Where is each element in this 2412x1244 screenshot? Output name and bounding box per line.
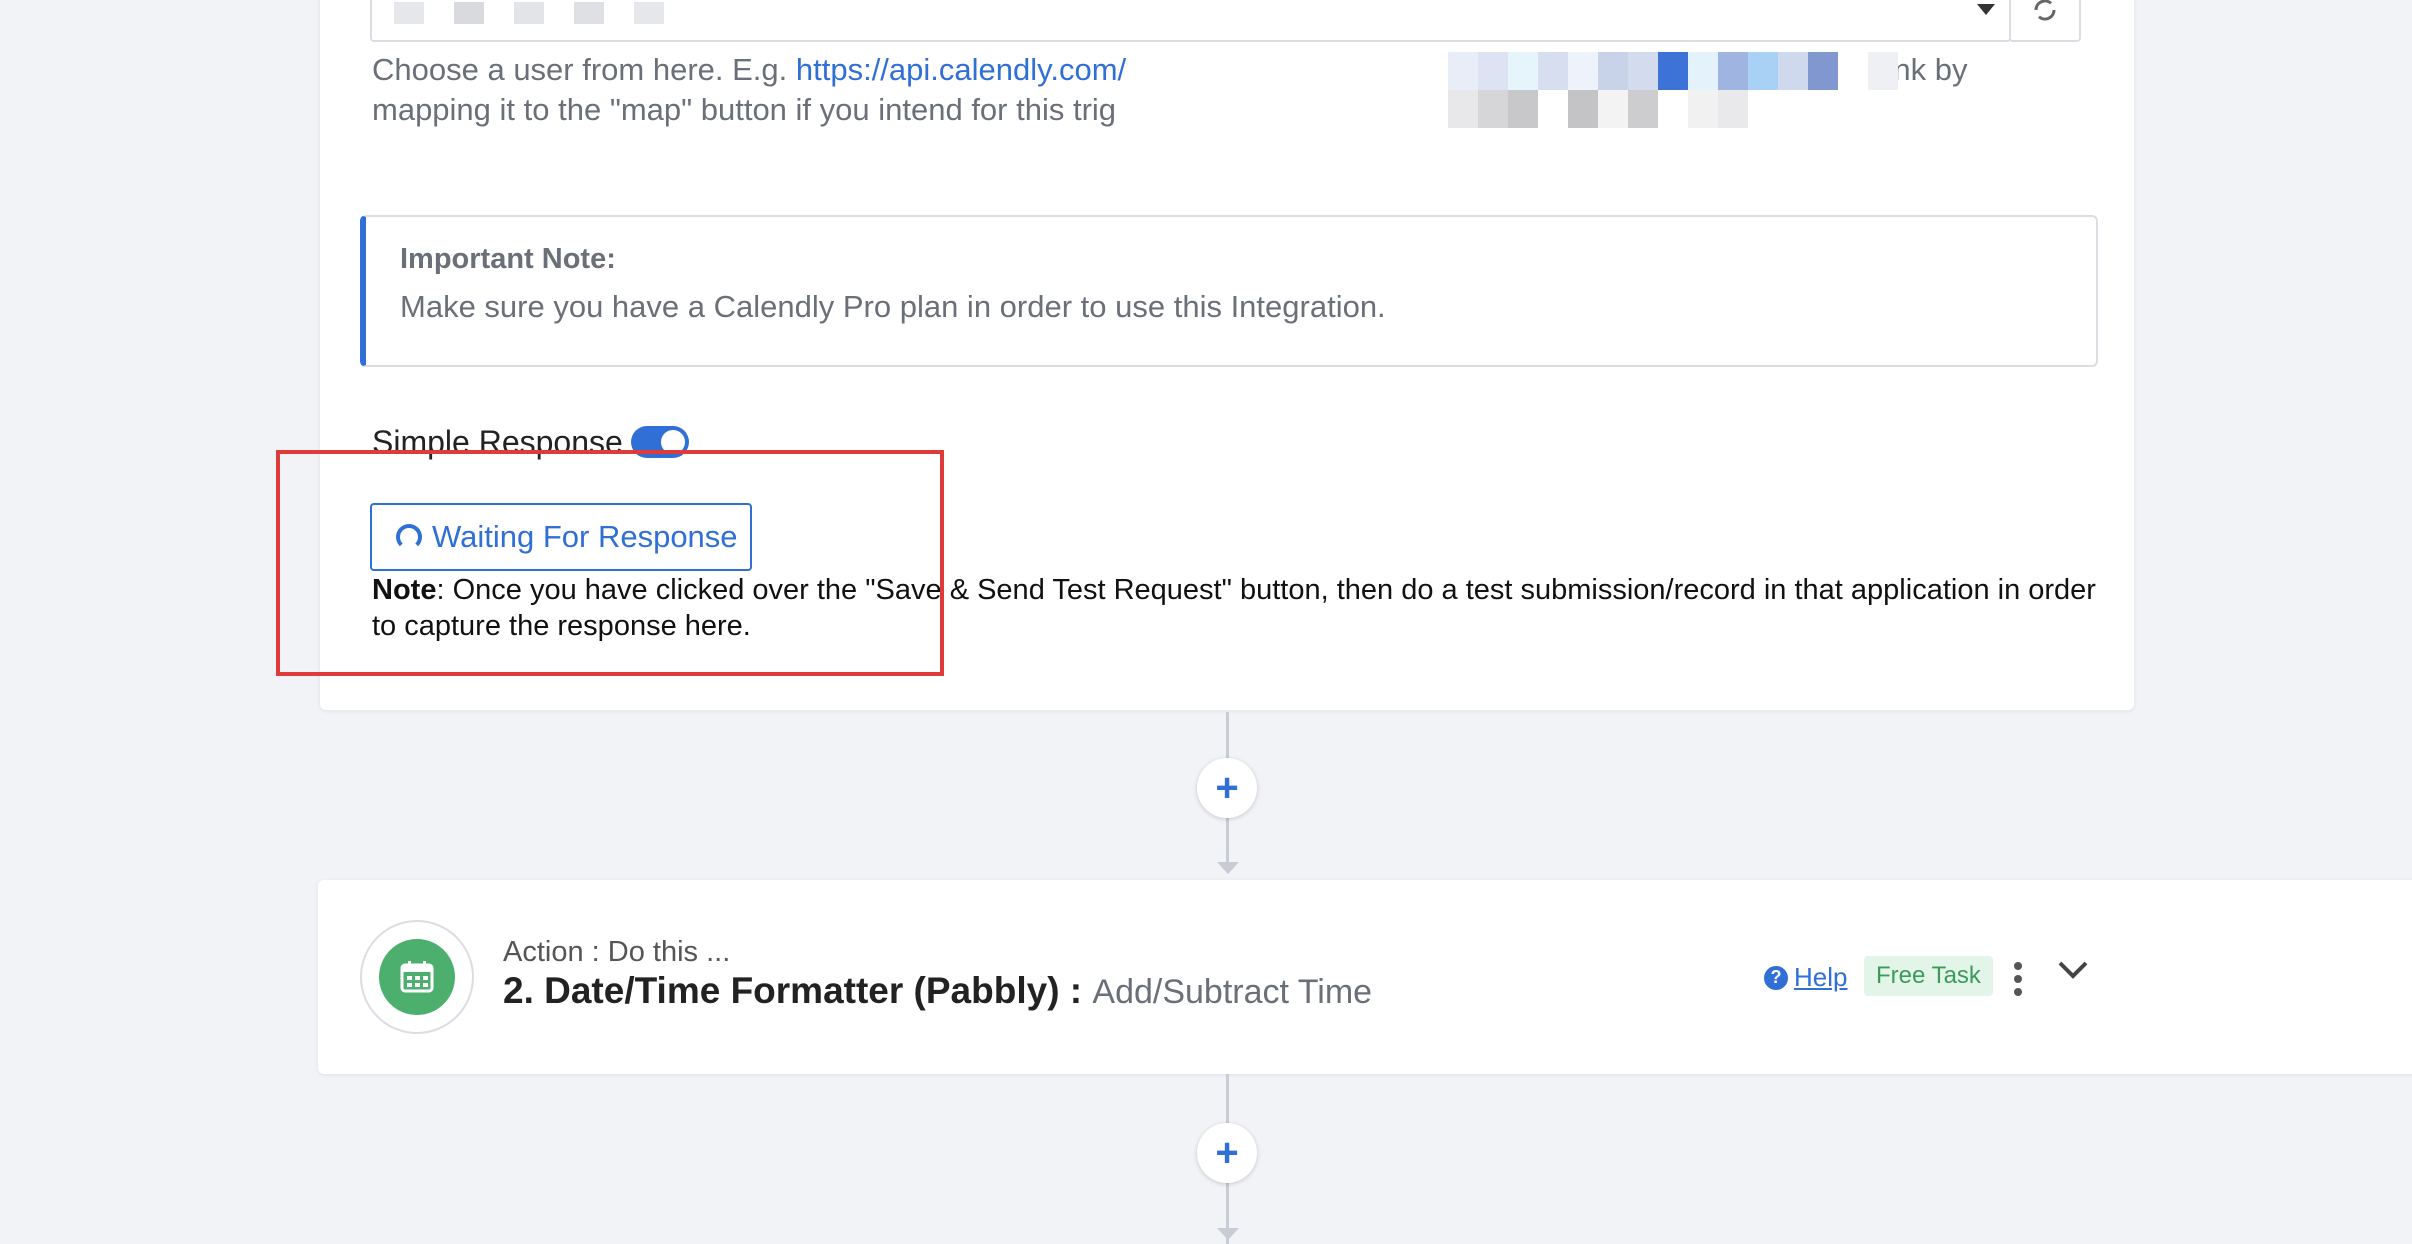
important-note: Important Note: Make sure you have a Cal… bbox=[360, 215, 2098, 367]
action-event: Add/Subtract Time bbox=[1092, 973, 1373, 1011]
help-prefix: Choose a user from here. E.g. bbox=[372, 52, 796, 87]
calendar-glyph-icon bbox=[400, 961, 434, 993]
plus-icon: + bbox=[1215, 1131, 1239, 1175]
help-link[interactable]: ? Help bbox=[1764, 962, 1847, 993]
action-subtitle: Action : Do this ... bbox=[503, 936, 731, 968]
calendly-api-link[interactable]: https://api.calendly.com/ bbox=[796, 52, 1126, 87]
chevron-down-icon[interactable] bbox=[2056, 958, 2090, 982]
arrow-down-icon bbox=[1217, 862, 1239, 874]
action-card[interactable]: Action : Do this ... 2. Date/Time Format… bbox=[318, 880, 2412, 1074]
refresh-icon bbox=[2034, 0, 2056, 21]
highlight-box bbox=[276, 450, 944, 676]
app-icon-ring bbox=[360, 920, 474, 1034]
redacted-text bbox=[1448, 52, 1898, 128]
arrow-down-icon bbox=[1217, 1228, 1239, 1240]
important-note-title: Important Note: bbox=[400, 243, 616, 275]
more-options-icon[interactable] bbox=[2014, 962, 2022, 996]
help-icon: ? bbox=[1764, 965, 1788, 990]
action-app-name: 2. Date/Time Formatter (Pabbly) : bbox=[503, 970, 1093, 1011]
help-line-2: mapping it to the "map" button if you in… bbox=[372, 92, 1117, 127]
chevron-down-icon[interactable] bbox=[1977, 4, 1995, 15]
refresh-button[interactable] bbox=[2009, 0, 2081, 42]
user-select[interactable] bbox=[370, 0, 2011, 42]
calendar-icon bbox=[379, 939, 455, 1015]
action-title: 2. Date/Time Formatter (Pabbly) : Add/Su… bbox=[503, 970, 1372, 1012]
plus-icon: + bbox=[1215, 766, 1239, 810]
add-step-button[interactable]: + bbox=[1197, 758, 1257, 818]
add-step-button[interactable]: + bbox=[1197, 1123, 1257, 1183]
redacted-select-value bbox=[394, 2, 664, 24]
free-task-badge: Free Task bbox=[1864, 956, 1993, 996]
help-label: Help bbox=[1794, 962, 1848, 992]
important-note-body: Make sure you have a Calendly Pro plan i… bbox=[400, 289, 1386, 324]
